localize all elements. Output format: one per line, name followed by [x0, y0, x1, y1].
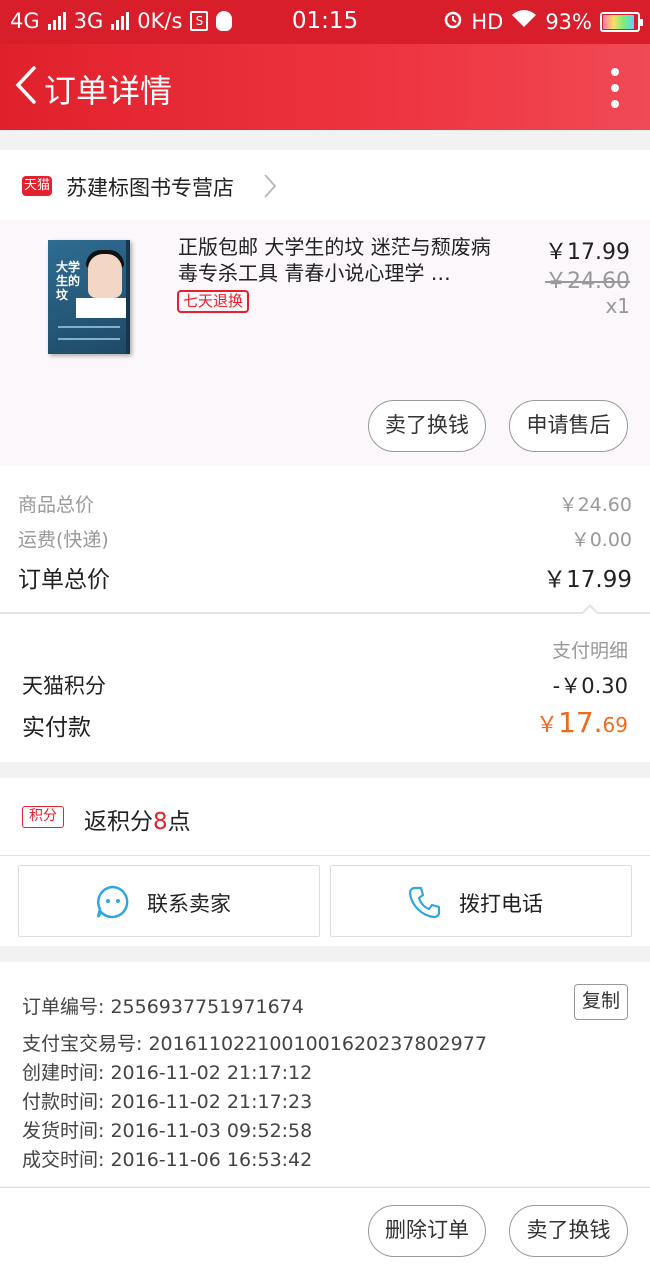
- chat-bubble-icon: [96, 885, 129, 919]
- paid-amount-label: 实付款: [22, 715, 91, 741]
- order-total-label: 订单总价: [18, 567, 110, 593]
- back-button[interactable]: [8, 62, 44, 108]
- product-price: ￥17.99: [545, 240, 630, 265]
- book-cover-title: 大学生的坟: [56, 260, 81, 302]
- tmall-badge: 天猫: [22, 176, 52, 196]
- order-number: 订单编号: 2556937751971674: [22, 996, 304, 1018]
- phone-icon: [408, 886, 441, 919]
- status-bar: 4G 3G 0K/s S 01:15 HD 93%: [0, 0, 650, 44]
- shipping-value: ￥0.00: [570, 529, 632, 551]
- paid-integer: 17.: [558, 706, 603, 739]
- battery-icon: [600, 11, 643, 32]
- pointer-triangle-inner: [582, 607, 598, 615]
- paid-time: 付款时间: 2016-11-02 21:17:23: [22, 1091, 313, 1113]
- nav-bar: 订单详情: [0, 44, 650, 130]
- points-badge: 积分: [22, 806, 64, 828]
- more-menu-button[interactable]: [610, 68, 620, 108]
- paid-currency: ￥: [536, 713, 559, 738]
- delete-order-button[interactable]: 删除订单: [368, 1205, 486, 1257]
- divider: [0, 612, 650, 614]
- order-total-value: ￥17.99: [543, 567, 632, 593]
- product-title: 正版包邮 大学生的坟 迷茫与颓废病毒专杀工具 青春小说心理学 …: [178, 235, 491, 285]
- goods-total-value: ￥24.60: [558, 494, 632, 516]
- after-sale-button[interactable]: 申请售后: [509, 400, 628, 452]
- alipay-trade-number: 支付宝交易号: 2016110221001001620237802977: [22, 1033, 487, 1055]
- created-time: 创建时间: 2016-11-02 21:17:12: [22, 1062, 313, 1084]
- payment-details: 支付明细 天猫积分 -￥0.30 实付款 ￥17.69: [0, 614, 650, 762]
- product-original-price: ￥24.60: [545, 269, 630, 294]
- price-summary: 商品总价 ￥24.60 运费(快递) ￥0.00 订单总价 ￥17.99: [0, 466, 650, 614]
- shipped-time: 发货时间: 2016-11-03 09:52:58: [22, 1120, 313, 1142]
- sell-for-cash-button[interactable]: 卖了换钱: [368, 400, 486, 452]
- payment-detail-label[interactable]: 支付明细: [552, 636, 628, 663]
- paid-decimal: 69: [602, 713, 628, 737]
- copy-button[interactable]: 复制: [574, 984, 628, 1020]
- tmall-points-value: -￥0.30: [552, 674, 628, 698]
- points-count: 8: [153, 809, 168, 835]
- battery-percent: 93%: [545, 9, 592, 34]
- call-phone-label: 拨打电话: [459, 892, 543, 916]
- wifi-icon: [511, 9, 537, 34]
- contact-actions: 联系卖家 拨打电话: [0, 856, 650, 946]
- shipping-label: 运费(快递): [18, 529, 109, 551]
- tmall-points-label: 天猫积分: [22, 674, 106, 698]
- bottom-action-bar: 删除订单 卖了换钱: [0, 1187, 650, 1271]
- hd-label: HD: [471, 9, 504, 34]
- points-reward-text: 返积分8点: [84, 802, 191, 836]
- order-info: 订单编号: 2556937751971674 复制 支付宝交易号: 201611…: [0, 962, 650, 1186]
- alarm-icon: [443, 9, 463, 34]
- product-image: 大学生的坟: [48, 240, 130, 354]
- points-text-suffix: 点: [167, 809, 191, 835]
- chevron-left-icon: [15, 66, 36, 104]
- points-text-prefix: 返积分: [84, 809, 153, 835]
- contact-seller-label: 联系卖家: [147, 892, 231, 916]
- product-card[interactable]: 大学生的坟 正版包邮 大学生的坟 迷茫与颓废病毒专杀工具 青春小说心理学 … 七…: [0, 220, 650, 466]
- page-title: 订单详情: [44, 72, 173, 110]
- chevron-right-icon: [264, 174, 277, 198]
- paid-amount-value: ￥17.69: [536, 706, 628, 739]
- shop-name: 苏建标图书专营店: [66, 176, 234, 200]
- points-reward-row: 积分 返积分8点: [0, 778, 650, 856]
- completed-time: 成交时间: 2016-11-06 16:53:42: [22, 1149, 313, 1171]
- shop-row[interactable]: 天猫 苏建标图书专营店: [0, 150, 650, 220]
- product-quantity: x1: [605, 294, 630, 318]
- status-right: HD 93%: [443, 9, 643, 34]
- sell-for-cash-button-bottom[interactable]: 卖了换钱: [509, 1205, 628, 1257]
- contact-seller-button[interactable]: 联系卖家: [18, 865, 320, 937]
- call-phone-button[interactable]: 拨打电话: [330, 865, 632, 937]
- return-policy-tag: 七天退换: [177, 290, 250, 313]
- goods-total-label: 商品总价: [18, 494, 95, 516]
